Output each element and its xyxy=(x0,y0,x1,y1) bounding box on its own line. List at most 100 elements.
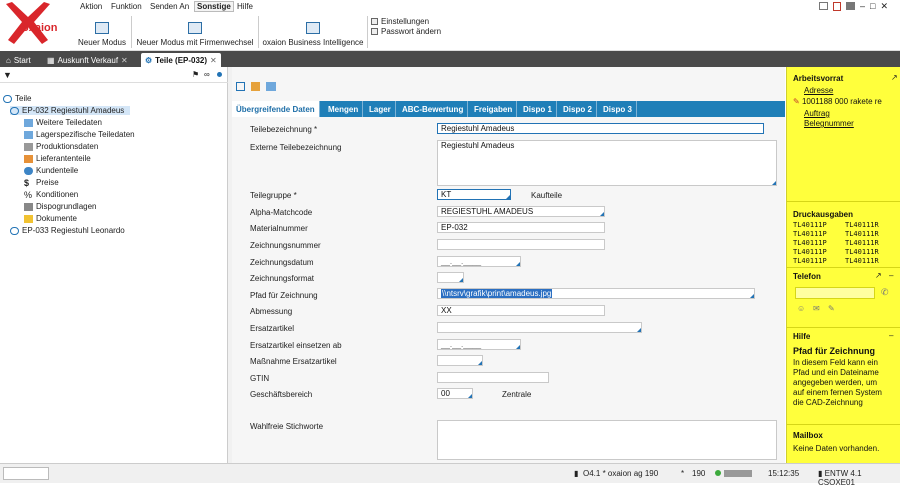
filter-settings-icon[interactable]: ⚑ xyxy=(192,70,199,79)
zeichnungsnummer-field[interactable] xyxy=(437,239,605,250)
teilegruppe-field[interactable]: KT xyxy=(437,189,511,200)
edit-icon[interactable]: ✎ xyxy=(828,304,835,313)
tree-item-ep033[interactable]: EP-033 Regiestuhl Leonardo xyxy=(10,226,125,235)
expand-icon[interactable]: ↗ xyxy=(875,271,882,280)
link-auftrag[interactable]: Auftrag xyxy=(804,109,830,118)
ersatzartikel-field[interactable] xyxy=(437,322,642,333)
ersatzartikel-einsetzen-ab-field[interactable]: __.__.____ xyxy=(437,339,521,350)
tab-uebergreifende-daten[interactable]: Übergreifende Daten xyxy=(232,101,320,117)
status-number: 190 xyxy=(692,469,706,478)
clipboard-icon[interactable] xyxy=(833,2,841,11)
binoculars-icon[interactable]: ∞ xyxy=(204,70,210,79)
materialnummer-field[interactable]: EP-032 xyxy=(437,222,605,233)
settings-label: Einstellungen xyxy=(381,17,430,26)
tag-icon[interactable] xyxy=(251,82,260,91)
tab-abc-bewertung[interactable]: ABC-Bewertung xyxy=(398,101,469,117)
tree-child[interactable]: Lagerspezifische Teiledaten xyxy=(24,130,135,139)
abmessung-field[interactable]: XX xyxy=(437,305,605,316)
wahlfreie-stichworte-field[interactable] xyxy=(437,420,777,460)
link-belegnummer[interactable]: Belegnummer xyxy=(804,119,854,128)
alpha-matchcode-field[interactable]: REGIESTUHL AMADEUS xyxy=(437,206,605,217)
export-icon[interactable] xyxy=(266,82,276,91)
print-item[interactable]: TL40111P xyxy=(793,230,827,238)
expand-icon[interactable]: ↗ xyxy=(891,73,898,82)
menu-aktion[interactable]: Aktion xyxy=(80,2,102,11)
arbeitsvorrat-title: Arbeitsvorrat xyxy=(793,74,844,83)
print-item[interactable]: TL40111R xyxy=(845,257,879,265)
tab-mengen[interactable]: Mengen xyxy=(324,101,364,117)
tree-child[interactable]: Kundenteile xyxy=(24,166,78,175)
print-item[interactable]: TL40111P xyxy=(793,257,827,265)
menu-senden-an[interactable]: Senden An xyxy=(150,2,189,11)
minimize-icon[interactable]: – xyxy=(889,271,893,280)
print-item[interactable]: TL40111P xyxy=(793,239,827,247)
print-item[interactable]: TL40111P xyxy=(793,221,827,229)
maximize-icon[interactable]: □ xyxy=(870,2,875,11)
tab-start[interactable]: ⌂ Start xyxy=(2,53,35,67)
menu-sonstige[interactable]: Sonstige xyxy=(194,1,234,12)
tree-child[interactable]: Dokumente xyxy=(24,214,77,223)
print-item[interactable]: TL40111P xyxy=(793,248,827,256)
minimize-icon[interactable]: – xyxy=(889,331,893,340)
geschaeftsbereich-field[interactable]: 00 xyxy=(437,388,473,399)
hilfe-text: In diesem Feld kann ein Pfad und ein Dat… xyxy=(793,358,882,408)
print-item[interactable]: TL40111R xyxy=(845,248,879,256)
tree-child[interactable]: Lieferantenteile xyxy=(24,154,91,163)
phone-icon[interactable]: ✆ xyxy=(881,287,889,298)
data-icon xyxy=(24,118,33,127)
hilfe-line: Pfad und ein Dateiname xyxy=(793,368,879,377)
tab-auskunft-verkauf[interactable]: ▦ Auskunft Verkauf ✕ xyxy=(43,53,132,67)
parts-icon: ⚙ xyxy=(145,55,153,65)
tree-child[interactable]: Dispogrundlagen xyxy=(24,202,97,211)
gtin-field[interactable] xyxy=(437,372,549,383)
close-tab-icon[interactable]: ✕ xyxy=(121,56,128,65)
teilebezeichnung-field[interactable]: Regiestuhl Amadeus xyxy=(437,123,764,134)
print-item[interactable]: TL40111R xyxy=(845,239,879,247)
close-window-icon[interactable]: ✕ xyxy=(880,2,888,11)
tree-child[interactable]: Weitere Teiledaten xyxy=(24,118,102,127)
tab-lager[interactable]: Lager xyxy=(365,101,396,117)
tree-child[interactable]: % Konditionen xyxy=(24,190,78,199)
menu-hilfe[interactable]: Hilfe xyxy=(237,2,253,11)
menu-funktion[interactable]: Funktion xyxy=(111,2,142,11)
tree-child-label: Kundenteile xyxy=(36,166,79,175)
tab-dispo-2[interactable]: Dispo 2 xyxy=(559,101,597,117)
mail-icon[interactable] xyxy=(819,2,828,10)
externe-teilebezeichnung-field[interactable]: Regiestuhl Amadeus xyxy=(437,140,777,186)
print-list-col2[interactable]: TL40111R TL40111R TL40111R TL40111R TL40… xyxy=(845,221,879,266)
print-item[interactable]: TL40111R xyxy=(845,221,879,229)
tab-start-label: Start xyxy=(13,55,31,65)
link-adresse[interactable]: Adresse xyxy=(804,86,833,95)
settings-button[interactable]: Einstellungen xyxy=(371,17,429,26)
pfad-zeichnung-field[interactable]: \\ntsrv\grafik\print\amadeus.jpg xyxy=(437,288,755,299)
tab-dispo-3[interactable]: Dispo 3 xyxy=(599,101,637,117)
filter-icon[interactable]: ▼ xyxy=(3,70,12,80)
print-item[interactable]: TL40111R xyxy=(845,230,879,238)
minimize-icon[interactable]: – xyxy=(860,2,865,11)
close-tab-icon[interactable]: ✕ xyxy=(210,56,217,65)
tab-teile[interactable]: ⚙ Teile (EP-032) ✕ xyxy=(141,53,221,67)
tree-root[interactable]: Teile xyxy=(3,94,31,103)
business-intelligence-button[interactable]: oxaion Business Intelligence xyxy=(260,14,366,50)
grid-icon: ▦ xyxy=(47,55,55,65)
tab-freigaben[interactable]: Freigaben xyxy=(470,101,518,117)
status-input[interactable] xyxy=(3,467,49,480)
form-icon[interactable] xyxy=(236,82,245,91)
new-mode-company-button[interactable]: Neuer Modus mit Firmenwechsel xyxy=(133,14,257,50)
tree-item-ep032[interactable]: EP-032 Regiestuhl Amadeus xyxy=(10,106,131,115)
printer-icon[interactable] xyxy=(846,2,855,10)
tree-child[interactable]: $ Preise xyxy=(24,178,59,187)
tab-dispo-1[interactable]: Dispo 1 xyxy=(519,101,557,117)
massnahme-ersatzartikel-field[interactable] xyxy=(437,355,483,366)
mail-icon[interactable]: ✉ xyxy=(813,304,820,313)
zeichnungsformat-field[interactable] xyxy=(437,272,464,283)
telefon-input[interactable] xyxy=(795,287,875,299)
change-password-button[interactable]: Passwort ändern xyxy=(371,27,441,36)
contact-icon[interactable]: ☺ xyxy=(797,304,805,313)
zeichnungsdatum-field[interactable]: __.__.____ xyxy=(437,256,521,267)
tree-child[interactable]: Produktionsdaten xyxy=(24,142,98,151)
print-list-col1[interactable]: TL40111P TL40111P TL40111P TL40111P TL40… xyxy=(793,221,827,266)
new-mode-button[interactable]: Neuer Modus xyxy=(74,14,130,50)
label-ersatzartikel-einsetzen-ab: Ersatzartikel einsetzen ab xyxy=(250,341,342,350)
link-rakete[interactable]: ✎ 1001188 000 rakete re xyxy=(793,97,882,106)
